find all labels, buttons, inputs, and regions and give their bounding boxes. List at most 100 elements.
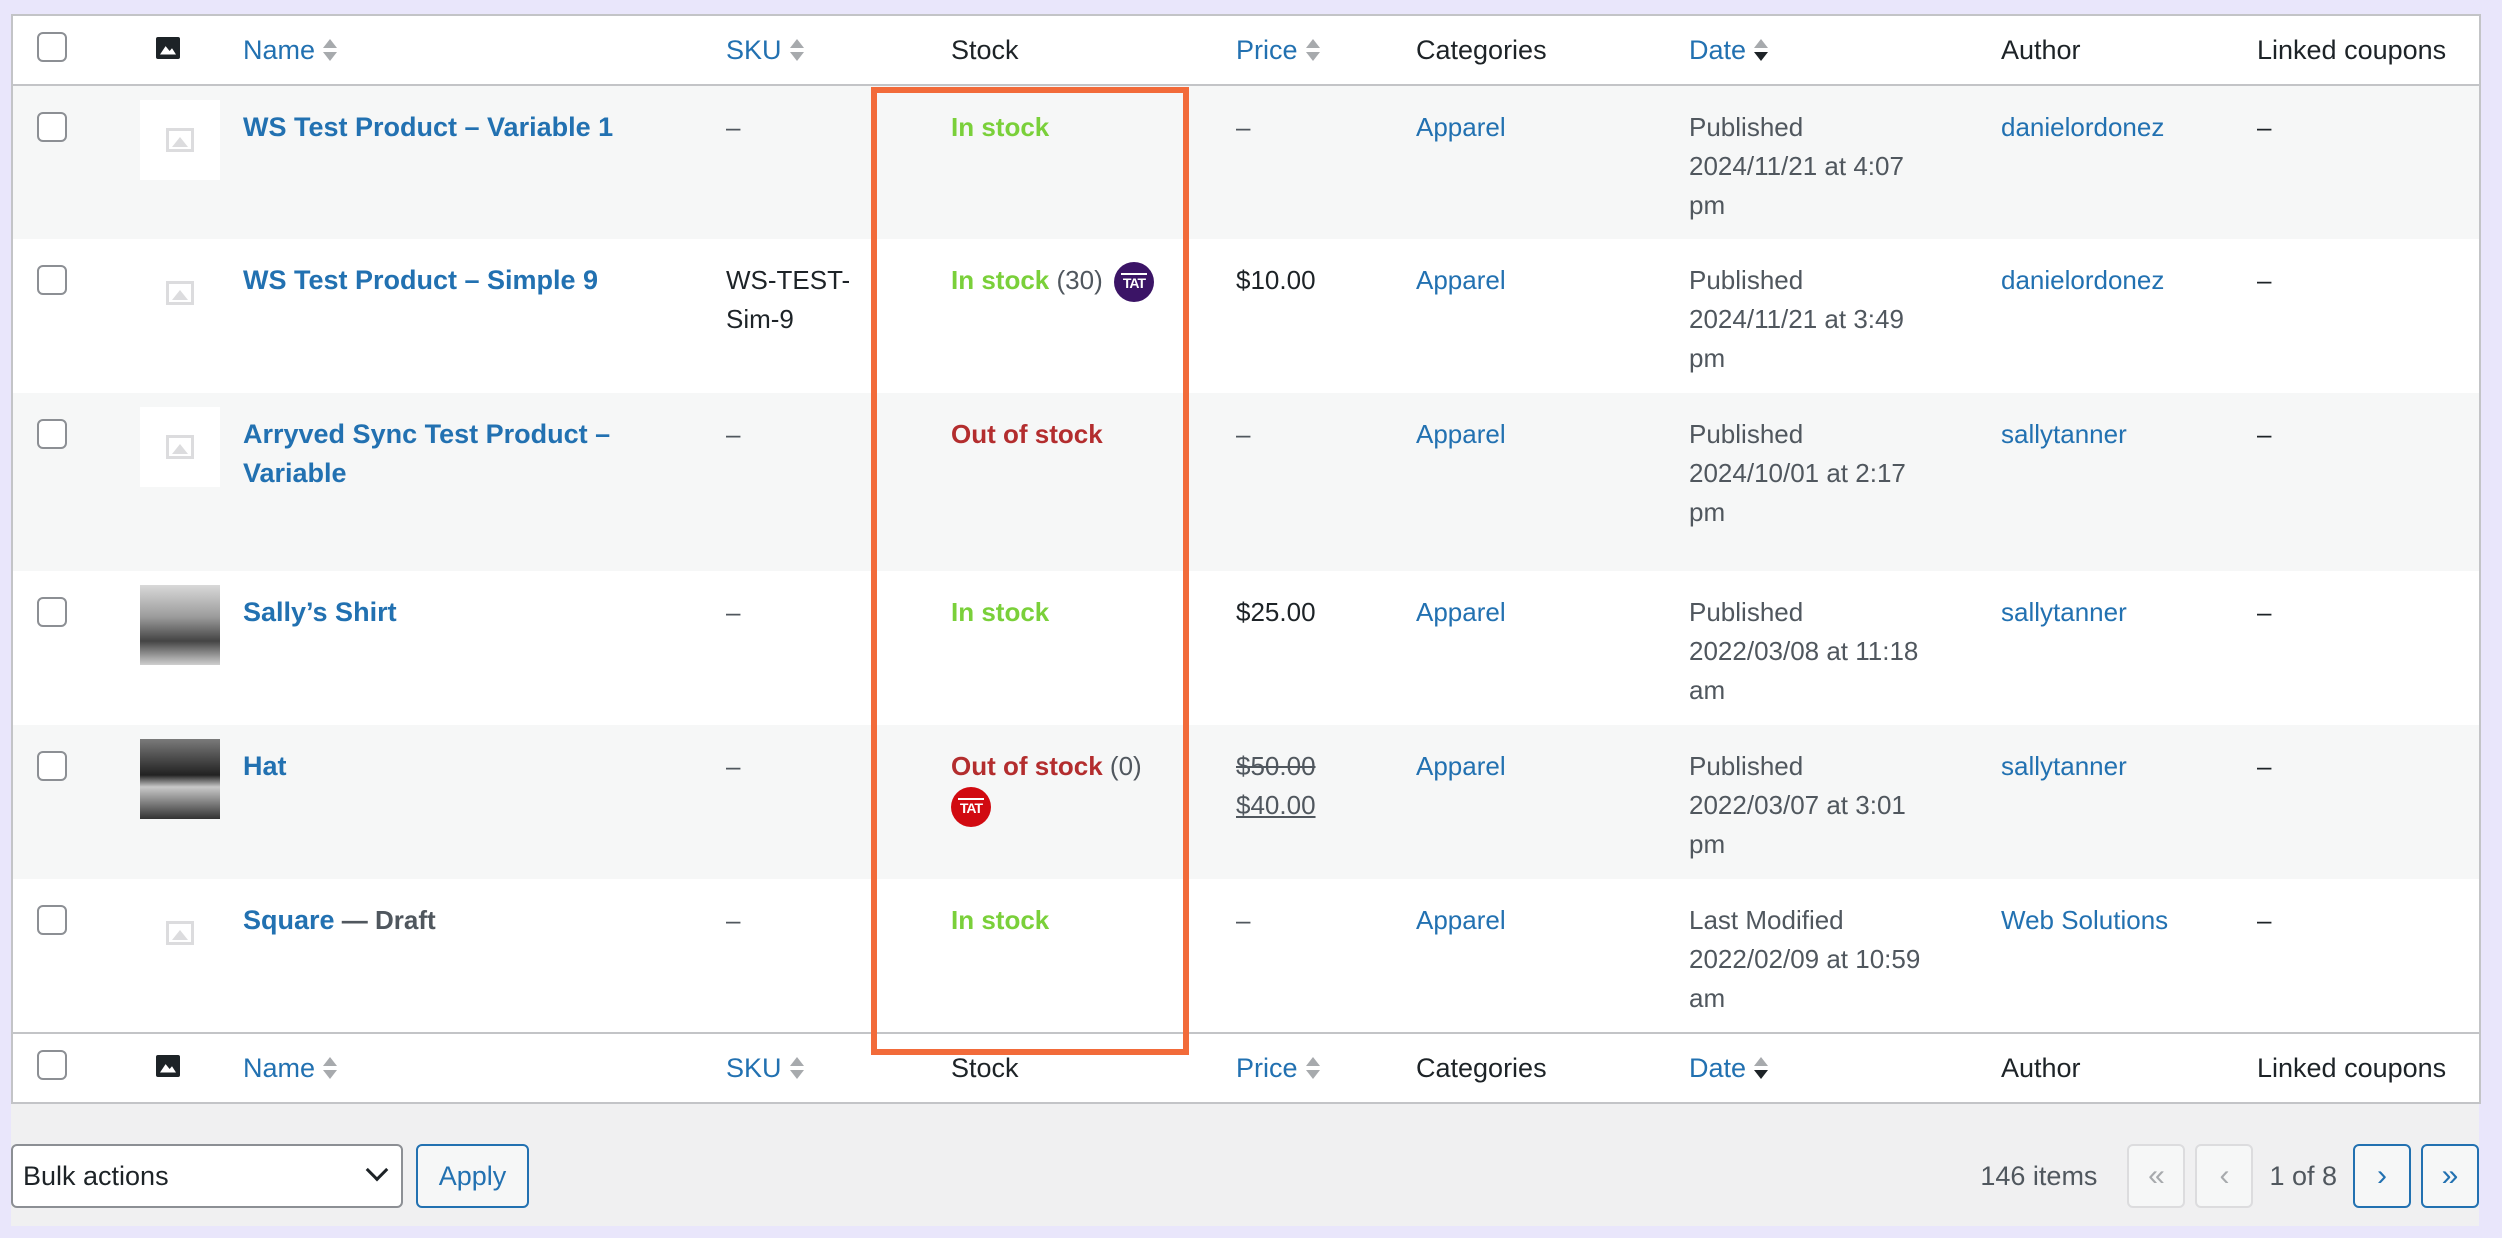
category-link[interactable]: Apparel [1416, 419, 1506, 449]
product-thumbnail-photo[interactable] [140, 739, 220, 819]
sku-value: – [726, 751, 741, 781]
product-name-link[interactable]: Square [243, 905, 335, 935]
author-link[interactable]: danielordonez [2001, 265, 2164, 295]
column-date-footer[interactable]: Date [1675, 1032, 1987, 1103]
column-stock-label: Stock [951, 34, 1019, 65]
date-value-suffix: am [1689, 675, 1726, 705]
image-placeholder-icon [166, 281, 194, 305]
column-date[interactable]: Date [1675, 15, 1987, 86]
linked-coupons-value: – [2257, 751, 2272, 781]
linked-coupons-value: – [2257, 265, 2272, 295]
bulk-actions-select[interactable]: Bulk actions [11, 1144, 403, 1208]
tat-badge-icon[interactable]: TAT [951, 787, 991, 828]
sort-icon [323, 1057, 338, 1079]
column-sku[interactable]: SKU [712, 15, 937, 86]
price-sale: $40.00 [1236, 790, 1316, 820]
category-link[interactable]: Apparel [1416, 112, 1506, 142]
column-price[interactable]: Price [1222, 15, 1402, 86]
column-author-footer: Author [1987, 1032, 2243, 1103]
product-name-link[interactable]: WS Test Product – Variable 1 [243, 112, 613, 142]
product-thumbnail-photo[interactable] [140, 585, 220, 665]
tablenav-bottom: Bulk actions Apply 146 items « ‹ 1 of 8 … [11, 1124, 2479, 1208]
sku-value: WS-TEST- [726, 265, 851, 295]
price-value: – [1236, 112, 1251, 142]
price-value: – [1236, 419, 1251, 449]
product-name-link[interactable]: Sally’s Shirt [243, 597, 397, 627]
author-link[interactable]: sallytanner [2001, 751, 2127, 781]
stock-status: In stock [951, 905, 1050, 935]
price-regular: $50.00 [1236, 751, 1316, 781]
column-categories-label: Categories [1416, 34, 1547, 65]
select-all-footer [12, 1032, 116, 1103]
apply-button[interactable]: Apply [416, 1144, 529, 1208]
row-checkbox[interactable] [37, 597, 67, 627]
prev-page-button: ‹ [2195, 1144, 2254, 1208]
author-link[interactable]: Web Solutions [2001, 905, 2168, 935]
bulk-actions-label: Bulk actions [23, 1160, 169, 1191]
date-value-suffix: pm [1689, 829, 1726, 859]
date-value-suffix: pm [1689, 343, 1726, 373]
column-price-label[interactable]: Price [1236, 35, 1298, 66]
linked-coupons-value: – [2257, 112, 2272, 142]
sort-icon [1305, 1057, 1320, 1079]
column-date-label[interactable]: Date [1689, 35, 1746, 66]
column-name-footer[interactable]: Name [229, 1032, 712, 1103]
image-column-header [116, 15, 229, 86]
column-price-label[interactable]: Price [1236, 1053, 1298, 1084]
row-checkbox[interactable] [37, 419, 67, 449]
date-status: Published [1689, 265, 1804, 295]
tat-badge-icon[interactable]: TAT [1113, 262, 1154, 303]
sku-value-cont: Sim-9 [726, 304, 794, 334]
column-sku-label[interactable]: SKU [726, 35, 782, 66]
column-name-label[interactable]: Name [243, 1053, 315, 1084]
author-link[interactable]: sallytanner [2001, 597, 2127, 627]
next-page-button[interactable]: › [2353, 1144, 2411, 1208]
product-thumbnail-placeholder[interactable] [140, 893, 220, 973]
category-link[interactable]: Apparel [1416, 597, 1506, 627]
category-link[interactable]: Apparel [1416, 751, 1506, 781]
products-table: Name SKU Stock Price Categories Date Aut… [11, 14, 2481, 1104]
sort-icon [789, 1057, 804, 1079]
column-sku-footer[interactable]: SKU [712, 1032, 937, 1103]
linked-coupons-value: – [2257, 597, 2272, 627]
sku-value: – [726, 419, 741, 449]
column-categories-footer: Categories [1402, 1032, 1675, 1103]
column-linked-coupons-footer: Linked coupons [2243, 1032, 2480, 1103]
author-link[interactable]: danielordonez [2001, 112, 2164, 142]
row-checkbox[interactable] [37, 751, 67, 781]
product-name-link[interactable]: Arryved Sync Test Product – Variable [243, 415, 712, 493]
product-name-link[interactable]: WS Test Product – Simple 9 [243, 265, 598, 295]
linked-coupons-value: – [2257, 905, 2272, 935]
select-all-header [12, 15, 116, 86]
product-thumbnail-placeholder[interactable] [140, 407, 220, 487]
table-header-row: Name SKU Stock Price Categories Date Aut… [12, 15, 2480, 86]
table-row: Square — Draft – In stock – Apparel Last… [12, 879, 2480, 1033]
column-sku-label[interactable]: SKU [726, 1053, 782, 1084]
sort-desc-icon [1754, 39, 1769, 61]
select-all-checkbox-footer[interactable] [37, 1049, 67, 1080]
column-linked-coupons-label: Linked coupons [2257, 1052, 2447, 1083]
table-row: Sally’s Shirt – In stock $25.00 Apparel … [12, 571, 2480, 725]
product-name-link[interactable]: Hat [243, 751, 287, 781]
date-value: 2022/03/08 at 11:18 [1689, 636, 1919, 666]
table-row: Arryved Sync Test Product – Variable – Ou… [12, 393, 2480, 571]
column-name-label[interactable]: Name [243, 35, 315, 66]
image-icon [156, 36, 180, 59]
sort-icon [323, 39, 338, 61]
row-checkbox[interactable] [37, 905, 67, 935]
category-link[interactable]: Apparel [1416, 905, 1506, 935]
row-checkbox[interactable] [37, 265, 67, 295]
column-price-footer[interactable]: Price [1222, 1032, 1402, 1103]
author-link[interactable]: sallytanner [2001, 419, 2127, 449]
product-thumbnail-placeholder[interactable] [140, 253, 220, 333]
date-value: 2024/11/21 at 3:49 [1689, 304, 1904, 334]
column-name[interactable]: Name [229, 15, 712, 86]
row-checkbox[interactable] [37, 112, 67, 142]
stock-status: Out of stock [951, 751, 1103, 781]
select-all-checkbox[interactable] [37, 31, 67, 62]
product-thumbnail-placeholder[interactable] [140, 100, 220, 180]
last-page-button[interactable]: » [2421, 1144, 2479, 1208]
column-date-label[interactable]: Date [1689, 1053, 1746, 1084]
sort-desc-icon [1754, 1057, 1769, 1079]
category-link[interactable]: Apparel [1416, 265, 1506, 295]
